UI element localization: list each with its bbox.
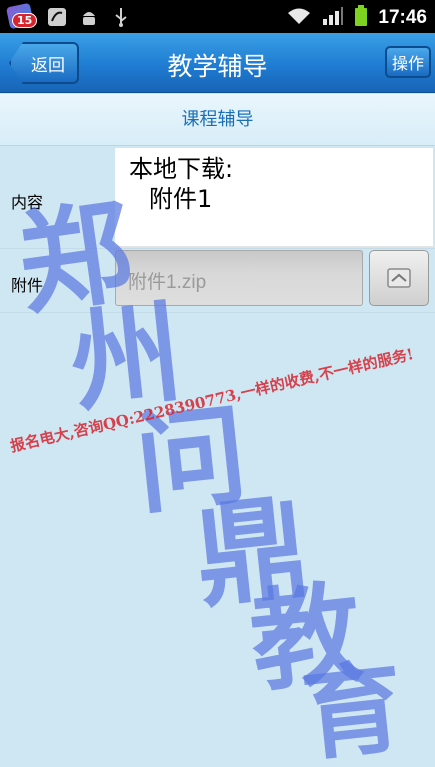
title-bar: 返回 教学辅导 操作 <box>0 33 435 93</box>
attachment-open-button[interactable] <box>369 250 429 306</box>
action-button[interactable]: 操作 <box>385 46 431 78</box>
status-bar-notifications: 15 <box>5 2 132 31</box>
page-title: 教学辅导 <box>167 52 268 81</box>
notification-badge: 15 <box>12 13 38 28</box>
signal-icon <box>322 6 344 30</box>
app-notification-icon: 15 <box>5 2 38 31</box>
status-bar-system: 17:46 <box>286 5 427 31</box>
usb-icon <box>110 6 132 28</box>
status-bar: 15 17:46 <box>0 0 435 33</box>
battery-icon <box>354 5 368 31</box>
android-debug-icon <box>78 6 100 28</box>
watermark-char: 育 <box>297 648 409 767</box>
content-attachment-link[interactable]: 附件1 <box>129 184 433 214</box>
status-time: 17:46 <box>378 7 427 28</box>
section-header: 课程辅导 <box>0 94 435 146</box>
folder-icon <box>387 268 411 288</box>
content-line-local-download: 本地下载: <box>129 155 234 183</box>
missed-call-icon <box>46 6 68 28</box>
wifi-icon <box>286 6 312 30</box>
content-field: 本地下载: 附件1 <box>115 148 433 247</box>
